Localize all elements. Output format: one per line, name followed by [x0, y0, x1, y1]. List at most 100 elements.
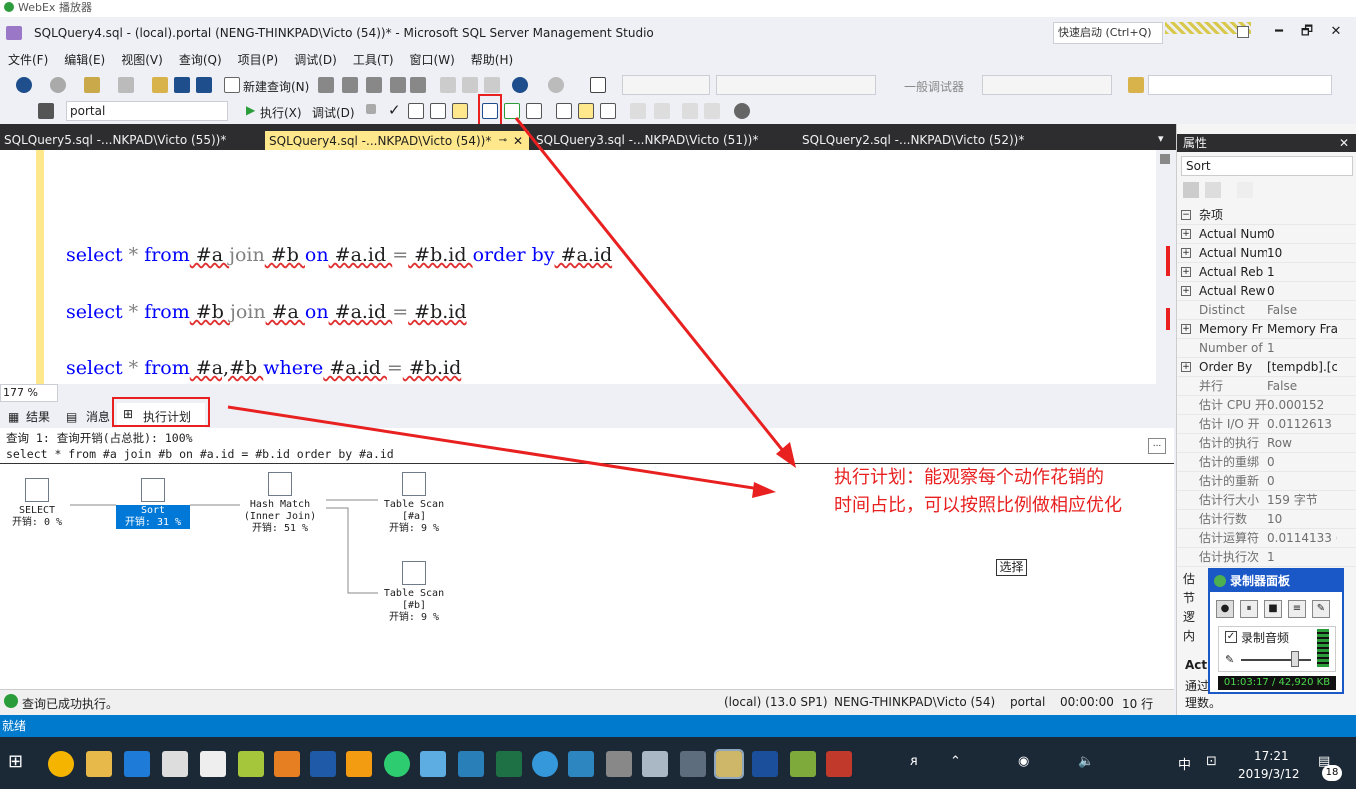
cut-icon[interactable]: [440, 77, 456, 93]
debugger-combo[interactable]: 一般调试器: [904, 78, 964, 95]
debug-button[interactable]: 调试(D): [312, 104, 355, 121]
undo-icon[interactable]: [512, 77, 528, 93]
plan-node-select[interactable]: SELECT 开销: 0 %: [8, 478, 66, 529]
dmx-query-icon[interactable]: [342, 77, 358, 93]
copy-icon[interactable]: [462, 77, 478, 93]
object-explorer-icon[interactable]: [38, 103, 54, 119]
volume-slider[interactable]: [1241, 659, 1311, 661]
property-row[interactable]: + Memory Fr Memory Fra: [1177, 320, 1356, 339]
redo-icon[interactable]: [548, 77, 564, 93]
file-explorer-icon[interactable]: [86, 751, 112, 777]
notepad-icon[interactable]: [790, 751, 816, 777]
property-row[interactable]: + Actual Rew 0: [1177, 282, 1356, 301]
analysis-query-icon[interactable]: [410, 77, 426, 93]
task-icon[interactable]: [346, 751, 372, 777]
tab-sqlquery4[interactable]: SQLQuery4.sql -...NKPAD\Victo (54))* ⊸ ✕: [265, 131, 529, 151]
security-icon[interactable]: [458, 751, 484, 777]
expand-icon[interactable]: +: [1181, 324, 1191, 334]
properties-object-select[interactable]: Sort: [1181, 156, 1353, 176]
expand-icon[interactable]: +: [1181, 229, 1191, 239]
volume-thumb[interactable]: [1291, 651, 1299, 667]
tab-sqlquery5[interactable]: SQLQuery5.sql -...NKPAD\Victo (55))*: [0, 130, 262, 150]
quick-launch-input[interactable]: 快速启动 (Ctrl+Q): [1053, 22, 1163, 44]
results-to-file-icon[interactable]: [600, 103, 616, 119]
input-mode-icon[interactable]: ⊡: [1206, 754, 1217, 769]
settings-icon[interactable]: ≡: [1288, 600, 1306, 618]
increase-indent-icon[interactable]: [704, 103, 720, 119]
results-to-grid-icon[interactable]: [578, 103, 594, 119]
menu-tools[interactable]: 工具(T): [345, 49, 402, 71]
sync-icon[interactable]: [532, 751, 558, 777]
property-row[interactable]: 估计 I/O 开 0.0112613: [1177, 415, 1356, 434]
query-editor[interactable]: select * from #a join #b on #a.id = #b.i…: [0, 150, 1156, 384]
query-designer-icon[interactable]: [430, 103, 446, 119]
add-item-icon[interactable]: [118, 77, 134, 93]
annotate-icon[interactable]: ✎: [1312, 600, 1330, 618]
plan-node-table-scan-a[interactable]: Table Scan [#a] 开销: 9 %: [374, 472, 454, 535]
tab-close-icon[interactable]: ✕: [513, 131, 523, 151]
property-row[interactable]: 估计行数 10: [1177, 510, 1356, 529]
save-icon[interactable]: [174, 77, 190, 93]
property-row[interactable]: + Actual Reb 1: [1177, 263, 1356, 282]
volume-icon[interactable]: 🔈: [1078, 754, 1094, 769]
save-all-icon[interactable]: [196, 77, 212, 93]
property-row[interactable]: 并行 False: [1177, 377, 1356, 396]
mail-icon[interactable]: [200, 751, 226, 777]
settings-gear-icon[interactable]: [606, 751, 632, 777]
intellisense-icon[interactable]: [452, 103, 468, 119]
config-combo[interactable]: [622, 75, 710, 95]
property-pages-icon[interactable]: [1237, 182, 1253, 198]
database-select[interactable]: portal: [66, 101, 228, 121]
windows-start-icon[interactable]: ⊞: [8, 751, 23, 772]
results-to-text-icon[interactable]: [556, 103, 572, 119]
search-tool-icon[interactable]: [274, 751, 300, 777]
expand-icon[interactable]: +: [1181, 362, 1191, 372]
decrease-indent-icon[interactable]: [682, 103, 698, 119]
tab-dropdown-icon[interactable]: ▾: [1158, 132, 1164, 145]
tab-sqlquery3[interactable]: SQLQuery3.sql -...NKPAD\Victo (51))*: [532, 130, 796, 150]
property-row[interactable]: Number of 1: [1177, 339, 1356, 358]
powerpoint-icon[interactable]: [826, 751, 852, 777]
tab-messages[interactable]: 消息: [86, 407, 110, 427]
live-query-stats-icon[interactable]: [504, 103, 520, 119]
open-file-icon[interactable]: [152, 77, 168, 93]
property-row[interactable]: 估计的重新 0: [1177, 472, 1356, 491]
close-button[interactable]: ✕: [1322, 20, 1350, 44]
property-row[interactable]: + Order By [tempdb].[c: [1177, 358, 1356, 377]
menu-help[interactable]: 帮助(H): [463, 49, 521, 71]
plan-node-sort[interactable]: Sort 开销: 31 %: [116, 478, 190, 529]
execute-button[interactable]: 执行(X): [260, 104, 302, 121]
display-estimated-plan-icon[interactable]: [408, 103, 424, 119]
remote-desktop-icon[interactable]: [680, 751, 706, 777]
dax-query-icon[interactable]: [390, 77, 406, 93]
menu-project[interactable]: 项目(P): [230, 49, 287, 71]
restore-button[interactable]: 🗗: [1293, 20, 1321, 44]
plan-node-table-scan-b[interactable]: Table Scan [#b] 开销: 9 %: [374, 561, 454, 624]
pin-icon[interactable]: ⊸: [499, 131, 507, 151]
clock-date[interactable]: 2019/3/12: [1238, 767, 1300, 781]
alphabetical-icon[interactable]: [1205, 182, 1221, 198]
minimize-button[interactable]: ━: [1265, 20, 1293, 44]
property-row[interactable]: + Actual Num 10: [1177, 244, 1356, 263]
menu-file[interactable]: 文件(F): [0, 49, 56, 71]
network-icon[interactable]: ◉: [1018, 754, 1029, 769]
property-category[interactable]: − 杂项: [1177, 206, 1356, 225]
mp-icon[interactable]: [310, 751, 336, 777]
ime-indicator[interactable]: 中: [1178, 754, 1191, 773]
pause-button[interactable]: ⏸: [1240, 600, 1258, 618]
property-row[interactable]: 估计的重绑 0: [1177, 453, 1356, 472]
tray-expand-icon[interactable]: ⌃: [950, 754, 961, 769]
mdx-query-icon[interactable]: [318, 77, 334, 93]
plan-node-hash-match[interactable]: Hash Match (Inner Join) 开销: 51 %: [234, 472, 326, 535]
categorized-icon[interactable]: [1183, 182, 1199, 198]
specify-values-icon[interactable]: [734, 103, 750, 119]
search-icon[interactable]: [1237, 26, 1249, 38]
platform-combo[interactable]: [716, 75, 876, 95]
find-combo[interactable]: [1148, 75, 1332, 95]
menu-edit[interactable]: 编辑(E): [56, 49, 113, 71]
ssms-taskbar-icon[interactable]: [714, 749, 744, 779]
parse-icon[interactable]: ✓: [388, 101, 401, 119]
property-row[interactable]: 估计的执行 Row: [1177, 434, 1356, 453]
menu-window[interactable]: 窗口(W): [402, 49, 463, 71]
audio-checkbox[interactable]: ✓: [1225, 631, 1237, 643]
